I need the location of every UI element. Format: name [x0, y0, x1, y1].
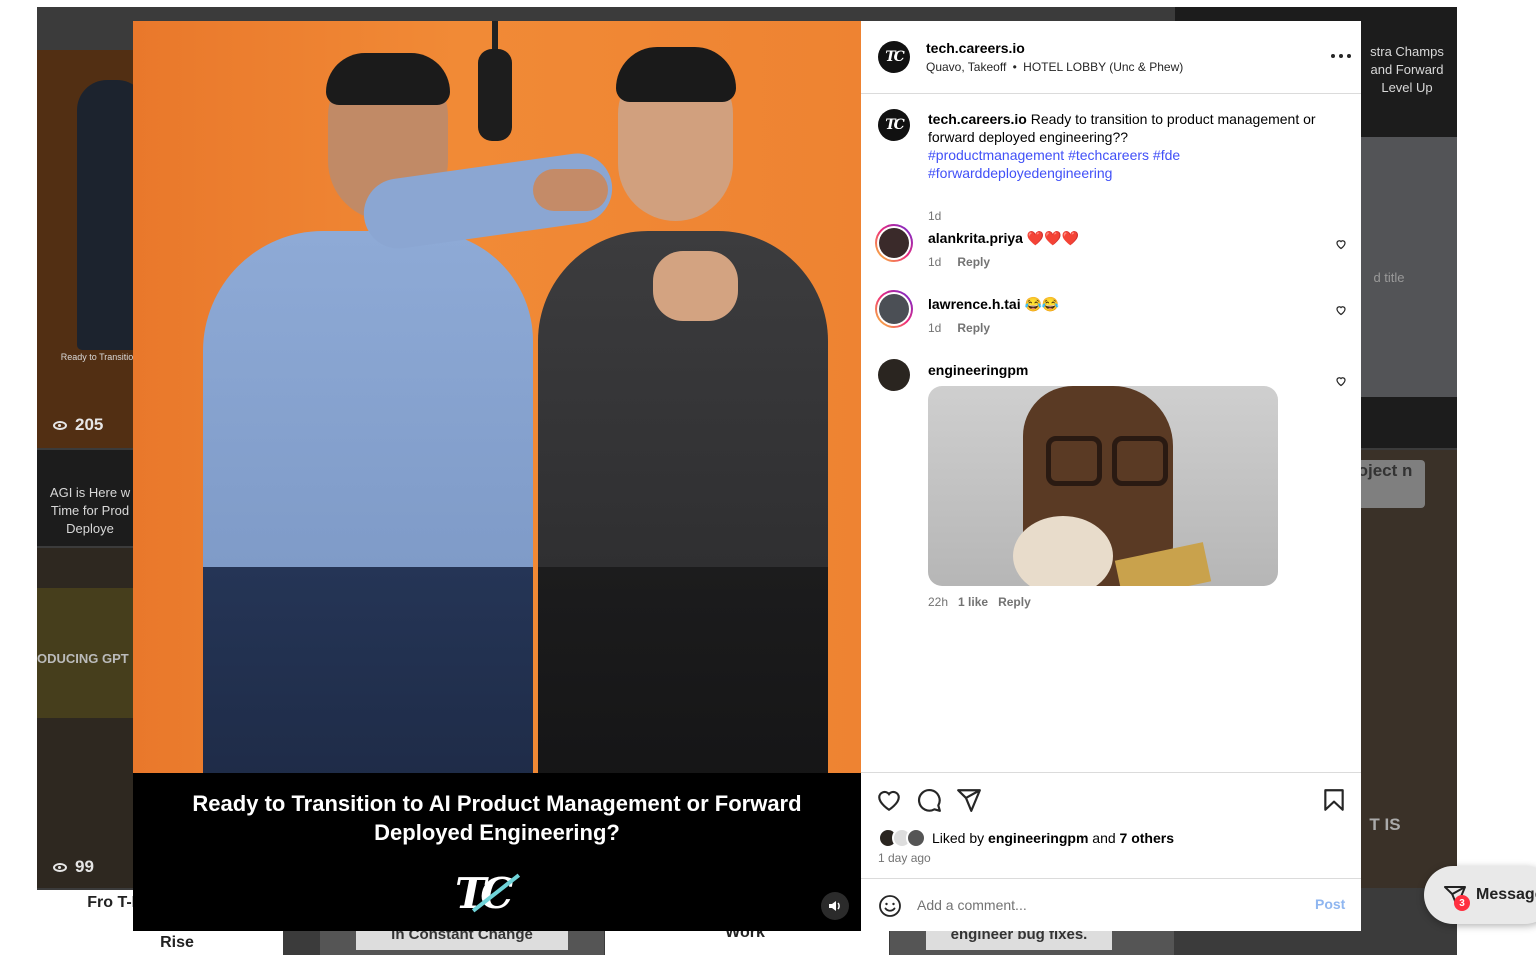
audio-separator: • — [1012, 60, 1017, 74]
avatar[interactable]: TC — [878, 41, 910, 73]
avatar[interactable] — [875, 224, 913, 262]
reply-button[interactable]: Reply — [957, 255, 990, 269]
person-left — [203, 231, 533, 773]
like-icon[interactable] — [876, 787, 902, 813]
video-player[interactable]: Ready to Transition to AI Product Manage… — [133, 21, 861, 931]
caption-time[interactable]: 1d — [928, 209, 941, 223]
comment-gif[interactable] — [928, 386, 1278, 586]
comment-username[interactable]: alankrita.priya — [928, 230, 1023, 246]
post-time[interactable]: 1 day ago — [878, 851, 931, 865]
tile-caption: d title — [1373, 270, 1405, 285]
video-caption-area: Ready to Transition to AI Product Manage… — [133, 773, 861, 931]
microphone — [478, 21, 512, 141]
post-username[interactable]: tech.careers.io — [926, 40, 1025, 56]
reply-button[interactable]: Reply — [957, 321, 990, 335]
comment-input[interactable] — [917, 891, 1297, 919]
action-bar: Liked by engineeringpm and 7 others 1 da… — [861, 772, 1361, 878]
post-comment-button[interactable]: Post — [1315, 896, 1345, 912]
dot-icon — [1331, 54, 1335, 58]
comment-time[interactable]: 22h — [928, 595, 948, 609]
comment-text: 😂😂 — [1024, 296, 1060, 312]
caption-hashtags[interactable]: #productmanagement #techcareers #fde #fo… — [928, 147, 1180, 181]
comment-time[interactable]: 1d — [928, 321, 941, 335]
tile-caption: Rise — [160, 934, 194, 951]
audio-track[interactable]: HOTEL LOBBY (Unc & Phew) — [1023, 60, 1183, 74]
more-options-button[interactable] — [1331, 48, 1351, 64]
reply-button[interactable]: Reply — [998, 595, 1031, 609]
avatar[interactable] — [878, 359, 910, 391]
eye-icon — [53, 862, 67, 872]
avatar[interactable] — [906, 828, 926, 848]
volume-button[interactable] — [821, 892, 849, 920]
avatar[interactable]: TC — [878, 109, 910, 141]
tile-caption: stra Champs and Forward Level Up — [1370, 44, 1444, 95]
like-comment-icon[interactable] — [1335, 304, 1347, 316]
messages-label: Messages — [1476, 886, 1536, 903]
avatar[interactable] — [875, 290, 913, 328]
audio-artists[interactable]: Quavo, Takeoff — [926, 60, 1006, 74]
liked-by-others[interactable]: 7 others — [1120, 830, 1174, 846]
eye-icon — [53, 420, 67, 430]
post-header: TC tech.careers.io Quavo, Takeoff • HOTE… — [861, 21, 1361, 94]
messages-badge: 3 — [1454, 895, 1470, 911]
caption-username[interactable]: tech.careers.io — [928, 111, 1027, 127]
liked-by: Liked by engineeringpm and 7 others — [878, 828, 1174, 848]
liked-by-user[interactable]: engineeringpm — [988, 830, 1088, 846]
view-count: 99 — [53, 857, 94, 877]
post-details-panel: TC tech.careers.io Quavo, Takeoff • HOTE… — [861, 21, 1361, 931]
messages-button[interactable]: 3 Messages — [1424, 866, 1536, 924]
tile-caption: Ready to Transitio — [60, 352, 134, 362]
video-caption: Ready to Transition to AI Product Manage… — [192, 791, 802, 845]
tile-caption: ODUCING GPT — [37, 651, 129, 666]
comment-username[interactable]: engineeringpm — [928, 362, 1028, 378]
like-comment-icon[interactable] — [1335, 375, 1347, 387]
tile-caption: AGI is Here w Time for Prod Deploye — [49, 485, 131, 536]
audio-info[interactable]: Quavo, Takeoff • HOTEL LOBBY (Unc & Phew… — [926, 60, 1183, 74]
emoji-icon[interactable] — [878, 894, 902, 918]
tile-caption: oject n — [1357, 461, 1413, 480]
speaker-icon — [829, 901, 840, 911]
tc-logo: TC — [455, 869, 521, 919]
comment-time[interactable]: 1d — [928, 255, 941, 269]
comment-text: ❤️❤️❤️ — [1026, 230, 1080, 246]
comment-likes[interactable]: 1 like — [958, 595, 988, 609]
comment-username[interactable]: lawrence.h.tai — [928, 296, 1021, 312]
share-icon[interactable] — [956, 787, 982, 813]
view-count: 205 — [53, 415, 103, 435]
post-modal: Ready to Transition to AI Product Manage… — [133, 21, 1361, 931]
add-comment-bar: Post — [861, 878, 1361, 931]
like-comment-icon[interactable] — [1335, 238, 1347, 250]
comment-icon[interactable] — [916, 787, 942, 813]
save-icon[interactable] — [1321, 787, 1347, 813]
tile-caption: T IS — [1369, 815, 1401, 834]
video-frame — [133, 21, 861, 773]
